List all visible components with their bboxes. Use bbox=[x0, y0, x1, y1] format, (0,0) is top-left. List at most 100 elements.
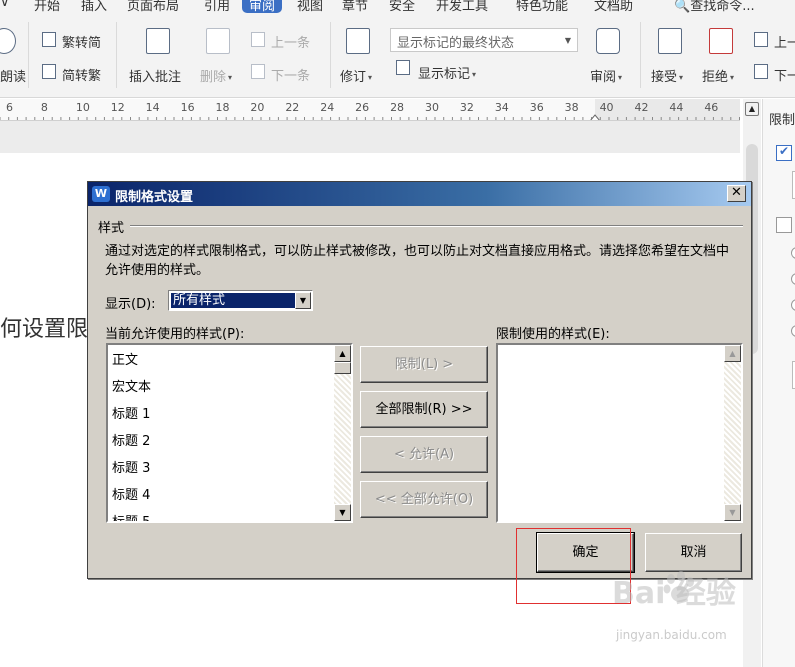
show-styles-select[interactable]: 所有样式 ▼ bbox=[168, 290, 313, 311]
next-comment-icon bbox=[251, 64, 265, 79]
ruler-number: 30 bbox=[424, 101, 439, 114]
ruler-number: 20 bbox=[250, 101, 265, 114]
restrict-format-checkbox[interactable] bbox=[776, 144, 792, 161]
allowed-styles-label: 当前允许使用的样式(P): bbox=[105, 327, 245, 342]
read-aloud-button[interactable]: 朗读 bbox=[0, 66, 26, 85]
ruler-number: 36 bbox=[529, 101, 544, 114]
restrict-editing-checkbox[interactable] bbox=[776, 217, 792, 233]
track-changes-button[interactable]: 修订 ▾ bbox=[340, 66, 372, 85]
simp-to-trad-icon bbox=[42, 64, 56, 79]
chevron-down-icon: ▼ bbox=[564, 36, 571, 45]
chevron-down-icon[interactable]: ▼ bbox=[295, 292, 311, 309]
read-aloud-icon bbox=[0, 28, 16, 54]
scroll-top-icon[interactable]: ▲ bbox=[745, 102, 759, 116]
scroll-up-icon[interactable]: ▲ bbox=[334, 345, 351, 362]
tab-review[interactable]: 审阅 bbox=[242, 0, 283, 14]
ruler-number: 22 bbox=[285, 101, 300, 114]
list-item[interactable]: 标题 3 bbox=[112, 457, 150, 476]
restrict-button: 限制(L) > bbox=[360, 346, 488, 383]
option-radio-1[interactable] bbox=[791, 247, 795, 259]
ruler-number: 28 bbox=[390, 101, 405, 114]
tab-security[interactable]: 安全 bbox=[389, 0, 415, 14]
allowed-styles-list[interactable]: 正文 宏文本 标题 1 标题 2 标题 3 标题 4 标题 5 ▲ ▼ bbox=[106, 343, 353, 523]
group-divider bbox=[130, 225, 743, 227]
accept-icon bbox=[658, 28, 682, 54]
ruler-number: 14 bbox=[145, 101, 160, 114]
tab-doc-assistant[interactable]: 文档助 bbox=[594, 0, 633, 14]
option-radio-4[interactable] bbox=[791, 325, 795, 337]
ruler-number: 44 bbox=[669, 101, 684, 114]
list-item[interactable]: 标题 2 bbox=[112, 430, 150, 449]
tab-home[interactable]: 开始 bbox=[34, 0, 60, 14]
option-radio-2[interactable] bbox=[791, 273, 795, 285]
next-change-icon bbox=[754, 64, 768, 79]
prev-change-button[interactable]: 上一 bbox=[774, 32, 795, 51]
tab-page-layout[interactable]: 页面布局 bbox=[127, 0, 179, 14]
reject-button[interactable]: 拒绝 ▾ bbox=[702, 66, 734, 85]
watermark-url: jingyan.baidu.com bbox=[616, 628, 727, 642]
wps-writer-icon: W bbox=[92, 186, 110, 202]
restrict-all-button[interactable]: 全部限制(R) >> bbox=[360, 391, 488, 428]
prev-comment-icon bbox=[251, 32, 265, 47]
ruler-number: 18 bbox=[215, 101, 230, 114]
document-text[interactable]: 何设置限 bbox=[0, 311, 88, 343]
ruler-number: 12 bbox=[110, 101, 125, 114]
scrollbar-thumb[interactable] bbox=[334, 362, 351, 374]
ruler-number: 8 bbox=[40, 101, 48, 114]
list-item[interactable]: 正文 bbox=[112, 349, 138, 368]
close-icon[interactable]: ✕ bbox=[727, 185, 746, 202]
search-command[interactable]: 🔍查找命令... bbox=[674, 0, 755, 14]
tab-developer[interactable]: 开发工具 bbox=[436, 0, 488, 14]
insert-comment-button[interactable]: 插入批注 bbox=[129, 66, 181, 85]
tab-references[interactable]: 引用 bbox=[204, 0, 230, 14]
accept-button[interactable]: 接受 ▾ bbox=[651, 66, 683, 85]
insert-comment-icon bbox=[146, 28, 170, 54]
cancel-button[interactable]: 取消 bbox=[645, 533, 742, 572]
format-restrictions-dialog: W 限制格式设置 ✕ 样式 通过对选定的样式限制格式，可以防止样式被修改，也可以… bbox=[87, 181, 752, 579]
list-item[interactable]: 标题 1 bbox=[112, 403, 150, 422]
restricted-list-scrollbar: ▲ ▼ bbox=[724, 345, 741, 521]
tab-view[interactable]: 视图 bbox=[297, 0, 323, 14]
menu-collapse-icon[interactable]: ∨ bbox=[0, 0, 10, 10]
show-markup-icon bbox=[396, 60, 410, 75]
markup-state-select[interactable]: 显示标记的最终状态 ▼ bbox=[390, 28, 578, 52]
allowed-list-scrollbar[interactable]: ▲ ▼ bbox=[334, 345, 351, 521]
dialog-title: 限制格式设置 bbox=[115, 190, 194, 205]
trad-to-simp-button[interactable]: 繁转简 bbox=[62, 32, 101, 51]
show-markup-button[interactable]: 显示标记 ▾ bbox=[418, 63, 476, 82]
scroll-up-icon: ▲ bbox=[724, 345, 741, 362]
restricted-styles-label: 限制使用的样式(E): bbox=[496, 327, 610, 342]
trad-to-simp-icon bbox=[42, 32, 56, 47]
next-comment-button: 下一条 bbox=[271, 69, 311, 84]
scroll-down-icon[interactable]: ▼ bbox=[334, 504, 351, 521]
allow-all-button: << 全部允许(O) bbox=[360, 481, 488, 518]
tab-special-features[interactable]: 特色功能 bbox=[516, 0, 568, 14]
prev-comment-button: 上一条 bbox=[271, 36, 311, 51]
ruler-number: 42 bbox=[634, 101, 649, 114]
show-label: 显示(D): bbox=[105, 297, 156, 312]
restricted-styles-list[interactable]: ▲ ▼ bbox=[496, 343, 743, 523]
reject-icon bbox=[709, 28, 733, 54]
search-icon: 🔍 bbox=[674, 0, 691, 14]
list-item[interactable]: 宏文本 bbox=[112, 376, 151, 395]
option-radio-3[interactable] bbox=[791, 299, 795, 311]
list-item[interactable]: 标题 4 bbox=[112, 484, 150, 503]
delete-comment-button: 删除 ▾ bbox=[200, 70, 233, 85]
next-change-button[interactable]: 下一 bbox=[774, 65, 795, 84]
simp-to-trad-button[interactable]: 简转繁 bbox=[62, 65, 101, 84]
ruler-number: 6 bbox=[6, 101, 13, 114]
ruler-number: 26 bbox=[355, 101, 370, 114]
ruler-number: 40 bbox=[599, 101, 614, 114]
list-item[interactable]: 标题 5 bbox=[112, 511, 150, 521]
scroll-down-icon: ▼ bbox=[724, 504, 741, 521]
horizontal-ruler[interactable]: 6 8 10 12 14 16 18 20 22 24 26 28 30 32 34 36 38 40 42 44 46 bbox=[0, 99, 740, 121]
ruler-number: 16 bbox=[180, 101, 195, 114]
allow-button: < 允许(A) bbox=[360, 436, 488, 473]
tab-insert[interactable]: 插入 bbox=[81, 0, 107, 14]
review-pane-icon bbox=[596, 28, 620, 54]
dialog-titlebar[interactable]: W 限制格式设置 ✕ bbox=[88, 182, 751, 206]
track-changes-icon bbox=[346, 28, 370, 54]
review-pane-button[interactable]: 审阅 ▾ bbox=[590, 66, 622, 85]
tab-chapter[interactable]: 章节 bbox=[342, 0, 368, 14]
prev-change-icon bbox=[754, 32, 768, 47]
